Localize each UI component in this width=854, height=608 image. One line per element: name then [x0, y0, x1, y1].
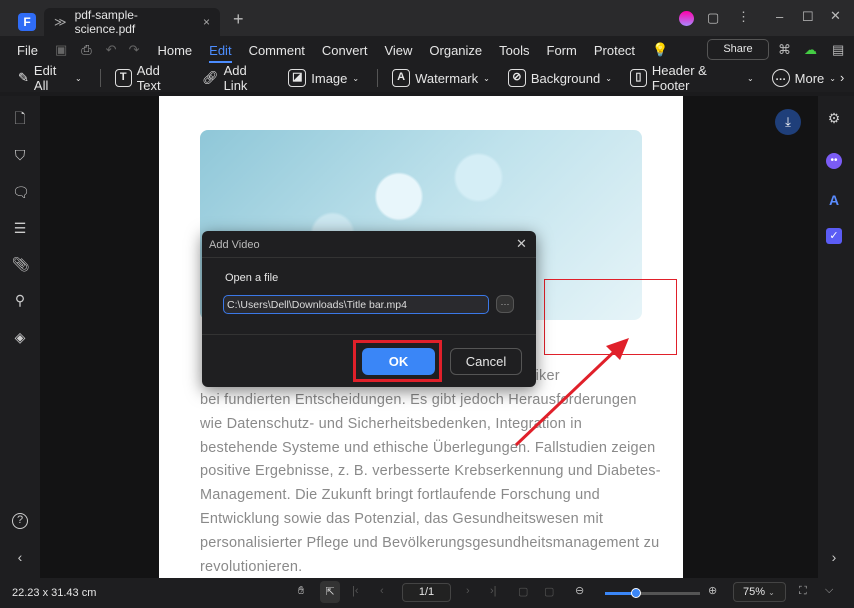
zoom-in-icon[interactable]: ⊕	[708, 584, 717, 597]
zoom-slider[interactable]	[605, 588, 700, 598]
properties-sliders-icon[interactable]: ⚙	[826, 110, 842, 126]
hand-tool-icon[interactable]: ✋︎	[298, 585, 304, 598]
translate-icon[interactable]: A	[826, 192, 842, 208]
page-dimensions: 22.23 x 31.43 cm	[12, 587, 97, 599]
rotate-right-icon[interactable]: ▢	[544, 585, 554, 598]
page-number-input[interactable]: 1/1	[402, 583, 451, 602]
chevron-down-icon: ⌄	[768, 588, 775, 597]
zoom-out-icon[interactable]: ⊖	[575, 584, 584, 597]
scroll-down-icon[interactable]: ⌵	[825, 584, 833, 597]
prev-page-icon[interactable]: ‹	[380, 585, 384, 597]
cancel-button[interactable]: Cancel	[450, 348, 522, 375]
close-dialog-icon[interactable]: ✕	[516, 236, 527, 252]
divider	[202, 334, 536, 335]
select-tool-icon[interactable]: ⇱	[320, 581, 340, 603]
zoom-level: 75%	[743, 586, 766, 598]
browse-button[interactable]: ···	[496, 295, 514, 313]
fit-screen-icon[interactable]: ⛶	[799, 585, 807, 598]
last-page-icon[interactable]: ›|	[490, 585, 497, 597]
zoom-level-select[interactable]: 75% ⌄	[733, 582, 786, 602]
rotate-left-icon[interactable]: ▢	[518, 585, 528, 598]
open-file-label: Open a file	[225, 272, 279, 284]
ai-assistant-icon[interactable]: ••	[826, 153, 842, 169]
divider	[202, 257, 536, 258]
right-sidebar: ⚙ •• A ✓ ›	[818, 96, 854, 578]
status-bar: 22.23 x 31.43 cm ✋︎ ⇱ |‹ ‹ 1/1 › ›| ▢ ▢ …	[0, 578, 854, 608]
add-video-dialog: Add Video ✕ Open a file ··· OK Cancel	[202, 231, 536, 387]
first-page-icon[interactable]: |‹	[352, 585, 359, 597]
collapse-right-icon[interactable]: ›	[826, 549, 842, 565]
ok-button[interactable]: OK	[362, 348, 435, 375]
next-page-icon[interactable]: ›	[466, 585, 470, 597]
file-path-input[interactable]	[223, 295, 489, 314]
check-task-icon[interactable]: ✓	[826, 228, 842, 244]
dialog-title: Add Video	[209, 239, 260, 251]
zoom-slider-knob[interactable]	[631, 588, 642, 598]
